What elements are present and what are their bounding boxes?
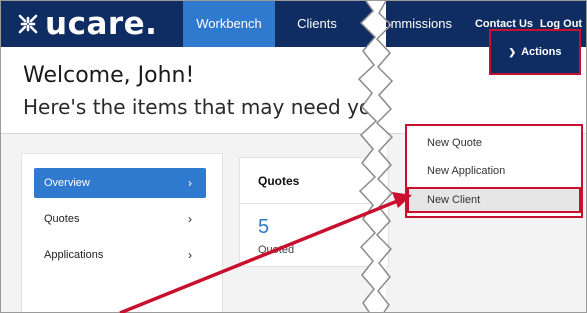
page-title: Welcome, John! [23, 63, 195, 88]
quotes-card-title: Quotes [240, 158, 390, 204]
sidebar-nav: Overview › Quotes › Applications › [21, 153, 223, 312]
chevron-right-icon: › [188, 176, 192, 190]
sidebar-item-overview[interactable]: Overview › [34, 168, 206, 198]
actions-button-label: Actions [521, 46, 562, 58]
chevron-right-icon: › [188, 248, 192, 262]
page-subtitle: Here's the items that may need yo [23, 95, 372, 119]
actions-dropdown-menu: New Quote New Application New Client [405, 124, 583, 218]
quotes-card[interactable]: Quotes 5 Quoted [239, 157, 390, 267]
quotes-count: 5 [258, 216, 270, 238]
screenshot-frame: ucare. Workbench Clients Commissions Con… [0, 0, 587, 313]
menu-item-new-client[interactable]: New Client [407, 187, 581, 213]
menu-item-new-application[interactable]: New Application [407, 158, 581, 184]
sidebar-item-quotes[interactable]: Quotes › [34, 204, 206, 234]
chevron-down-icon: ❯ [508, 46, 517, 57]
nav-clients[interactable]: Clients [283, 1, 351, 47]
sidebar-item-label: Applications [44, 249, 104, 261]
sidebar-item-applications[interactable]: Applications › [34, 240, 206, 270]
menu-item-new-quote[interactable]: New Quote [407, 130, 581, 156]
actions-button[interactable]: ❯ Actions [489, 29, 581, 75]
nav-commissions[interactable]: Commissions [363, 1, 463, 47]
snowflake-icon [18, 14, 38, 34]
chevron-right-icon: › [188, 212, 192, 226]
sidebar-item-label: Overview [44, 177, 90, 189]
sidebar-item-label: Quotes [44, 213, 80, 225]
brand-name: ucare. [45, 6, 158, 42]
nav-workbench[interactable]: Workbench [183, 1, 275, 47]
quotes-count-label: Quoted [258, 244, 295, 256]
ucare-logo[interactable]: ucare. [15, 5, 157, 43]
